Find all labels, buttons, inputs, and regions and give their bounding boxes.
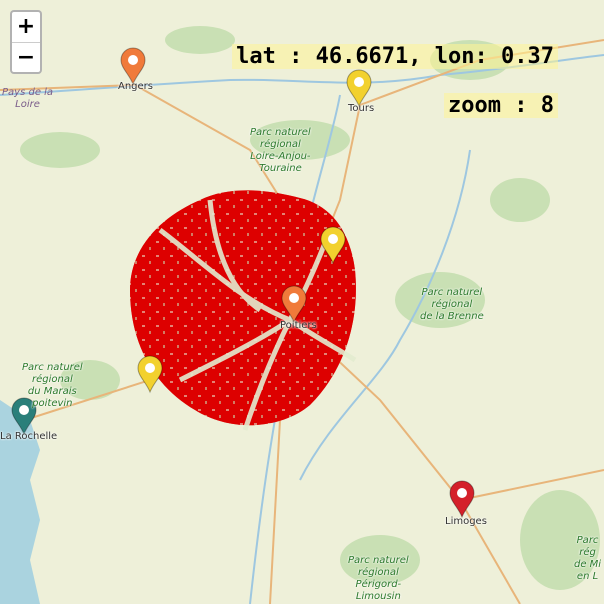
park-label-brenne: Parc naturel régional de la Brenne — [420, 287, 484, 322]
place-label-tours: Tours — [348, 103, 375, 114]
map-canvas[interactable] — [0, 0, 604, 604]
zoom-out-button[interactable]: − — [12, 43, 40, 73]
place-label-la-rochelle: La Rochelle — [0, 431, 58, 442]
park-label-marais-poitevin: Parc naturel régional du Marais poitevin — [22, 362, 83, 409]
park-label-millevaches: Parc rég de Mi en L — [574, 535, 602, 582]
coordinates-readout: lat : 46.6671, lon: 0.37 — [232, 44, 558, 69]
park-label-loire-anjou: Parc naturel régional Loire-Anjou- Toura… — [250, 127, 311, 174]
place-label-poitiers: Poitiers — [280, 320, 317, 331]
zoom-in-button[interactable]: + — [12, 12, 40, 43]
park-label-perigord: Parc naturel régional Périgord- Limousin — [348, 555, 409, 602]
zoom-readout: zoom : 8 — [444, 93, 558, 118]
zoom-control: + − — [10, 10, 42, 74]
place-label-angers: Angers — [118, 81, 153, 92]
place-label-limoges: Limoges — [445, 516, 487, 527]
region-label-pays-de-la-loire: Pays de la Loire — [2, 87, 54, 110]
